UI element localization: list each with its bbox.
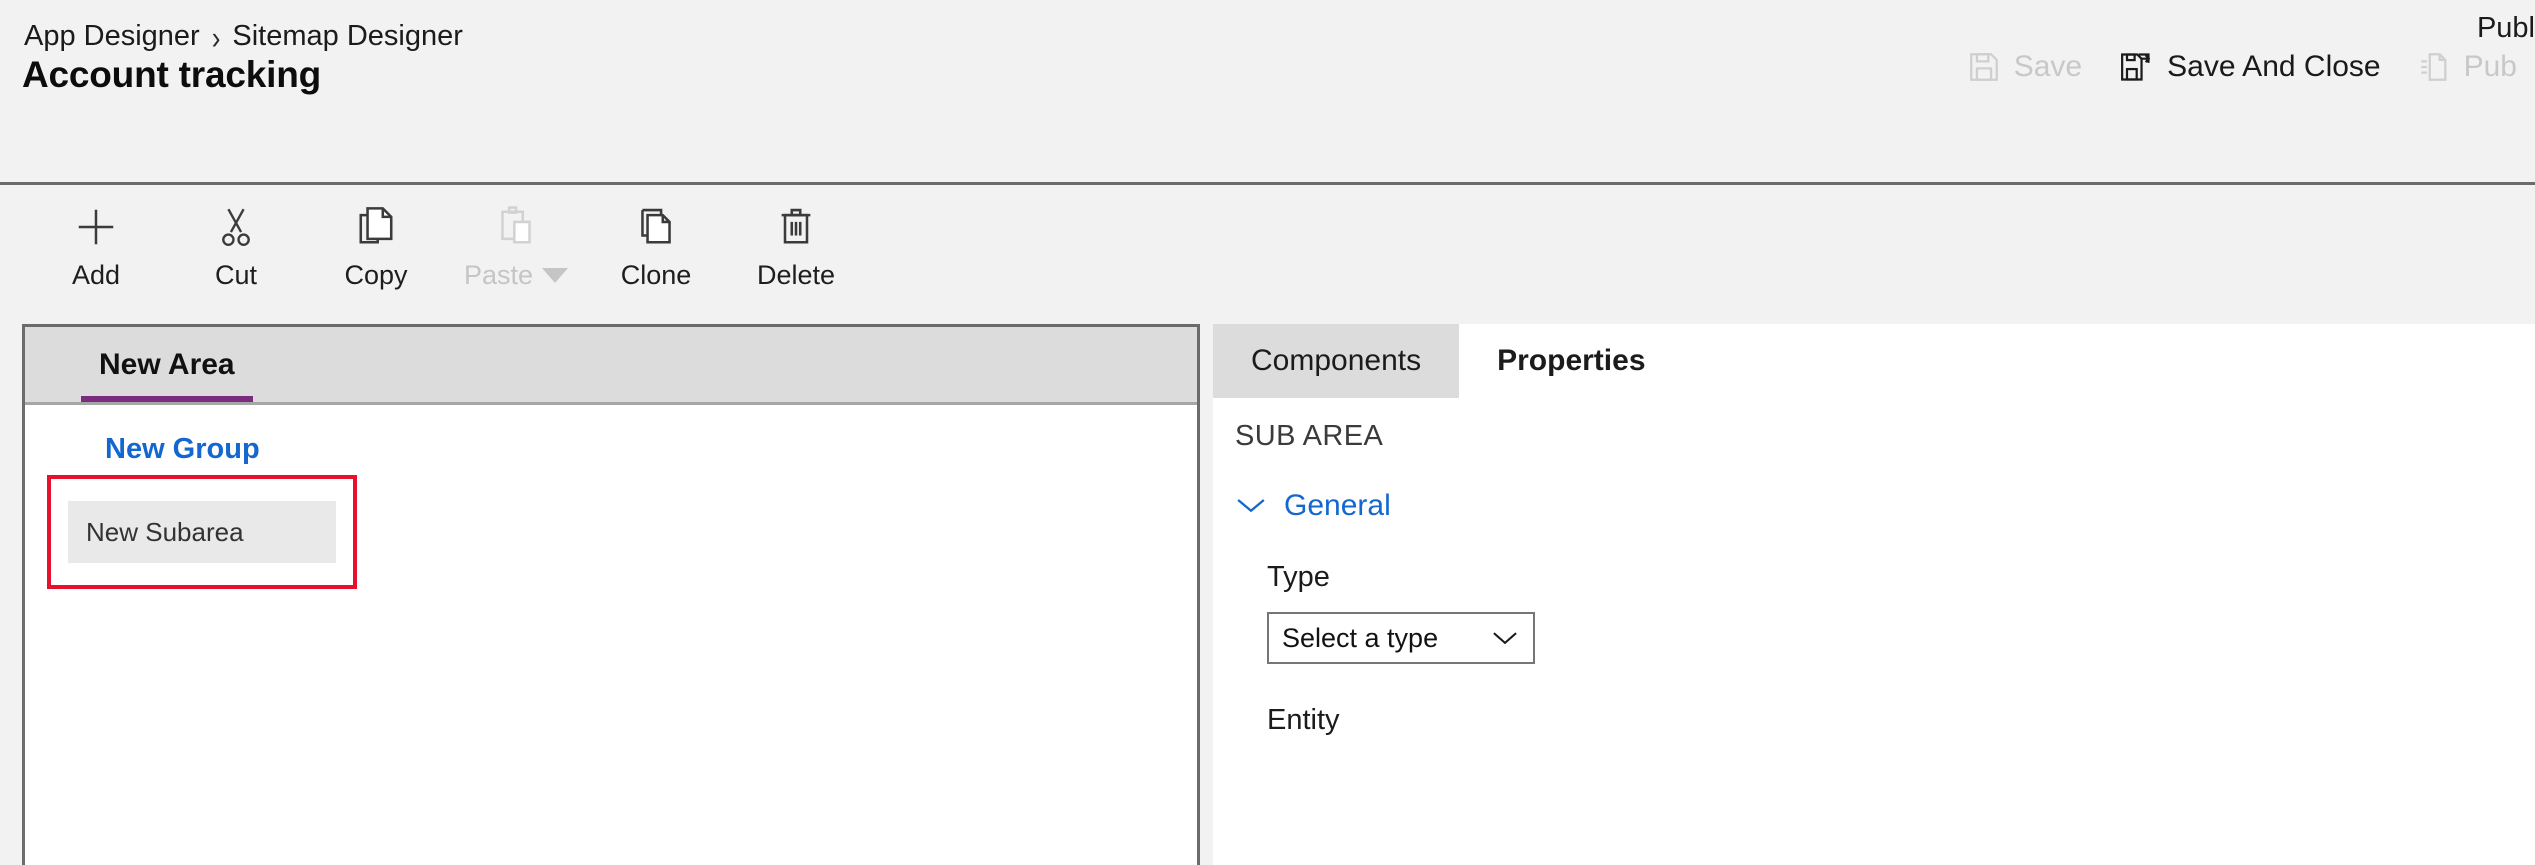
tab-components[interactable]: Components xyxy=(1213,324,1460,398)
chevron-down-icon xyxy=(1491,623,1519,654)
entity-label: Entity xyxy=(1267,704,1340,736)
publish-icon xyxy=(2417,50,2451,84)
subarea-label: New Subarea xyxy=(86,516,244,547)
main-content: New Area New Group New Subarea Component… xyxy=(0,324,2535,865)
field-type: Type Select a type xyxy=(1235,561,2535,664)
page-title: Account tracking xyxy=(22,54,322,95)
breadcrumb-current[interactable]: Sitemap Designer xyxy=(232,20,463,53)
panel-tabs: Components Properties xyxy=(1213,324,2535,398)
add-label: Add xyxy=(71,260,121,290)
trash-icon xyxy=(775,202,817,252)
panel-heading: SUB AREA xyxy=(1235,420,1384,452)
cut-label: Cut xyxy=(214,260,258,290)
tab-properties[interactable]: Properties xyxy=(1459,324,1684,398)
delete-button[interactable]: Delete xyxy=(726,188,866,298)
paste-button[interactable]: Paste xyxy=(446,188,586,298)
chevron-down-icon xyxy=(1235,489,1267,523)
scissors-icon xyxy=(215,202,257,252)
sitemap-canvas: New Area New Group New Subarea xyxy=(22,324,1200,865)
panel-body: SUB AREA General Type Select a type Enti… xyxy=(1213,398,2535,737)
save-and-close-button[interactable]: Save And Close xyxy=(2100,43,2398,91)
publish-status-text: Publ xyxy=(2476,12,2535,44)
area-tabstrip: New Area xyxy=(25,327,1197,405)
copy-label: Copy xyxy=(344,260,408,290)
group-block: New Group New Subarea xyxy=(47,433,377,589)
save-icon xyxy=(1967,50,2001,84)
header-actions: Save Save And Close Pub xyxy=(1949,43,2535,91)
section-general-label: General xyxy=(1284,489,1391,522)
chevron-right-icon: › xyxy=(211,17,221,56)
save-label: Save xyxy=(2013,50,2083,83)
chevron-down-icon[interactable] xyxy=(542,268,569,283)
plus-icon xyxy=(73,202,119,252)
clone-button[interactable]: Clone xyxy=(586,188,726,298)
type-select-value: Select a type xyxy=(1282,622,1439,653)
tab-properties-label: Properties xyxy=(1497,344,1646,377)
type-select[interactable]: Select a type xyxy=(1267,612,1535,664)
cut-button[interactable]: Cut xyxy=(166,188,306,298)
clone-label: Clone xyxy=(620,260,692,290)
app-header: App Designer › Sitemap Designer Account … xyxy=(0,0,2535,185)
breadcrumb-parent[interactable]: App Designer xyxy=(24,20,200,53)
tab-components-label: Components xyxy=(1251,344,1422,377)
clone-pages-icon xyxy=(635,202,677,252)
save-and-close-icon xyxy=(2118,49,2154,85)
breadcrumb: App Designer › Sitemap Designer xyxy=(24,20,463,53)
properties-panel: Components Properties SUB AREA General T… xyxy=(1213,324,2535,865)
canvas-body: New Group New Subarea xyxy=(25,405,1197,862)
publish-label: Pub xyxy=(2463,50,2517,83)
area-tab-label: New Area xyxy=(99,347,235,381)
delete-label: Delete xyxy=(756,260,836,290)
publish-button[interactable]: Pub xyxy=(2399,44,2535,90)
save-and-close-label: Save And Close xyxy=(2167,50,2381,83)
save-button[interactable]: Save xyxy=(1949,44,2100,90)
add-button[interactable]: Add xyxy=(26,188,166,298)
field-entity: Entity xyxy=(1235,704,2535,737)
area-tab-new-area[interactable]: New Area xyxy=(81,327,253,402)
subarea-selection-outline: New Subarea xyxy=(47,475,357,589)
subarea-tile[interactable]: New Subarea xyxy=(68,501,336,563)
paste-text: Paste xyxy=(463,260,534,290)
paste-label: Paste xyxy=(463,260,569,291)
type-label: Type xyxy=(1267,561,1330,593)
command-bar: Add Cut Copy Paste Clone Delete xyxy=(0,188,2535,324)
copy-button[interactable]: Copy xyxy=(306,188,446,298)
copy-pages-icon xyxy=(355,202,397,252)
clipboard-icon xyxy=(495,202,537,252)
section-general[interactable]: General xyxy=(1235,489,2535,523)
group-title[interactable]: New Group xyxy=(47,433,377,466)
